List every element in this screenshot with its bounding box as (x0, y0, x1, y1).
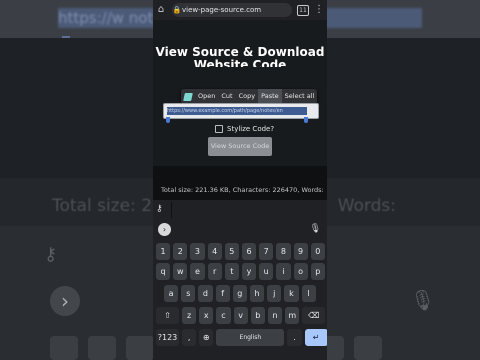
space-key[interactable]: English (216, 329, 285, 346)
key-row-asdf: a s d f g h j k l (164, 285, 316, 302)
key-u[interactable]: u (259, 263, 274, 280)
phone-screen: ⌂ 🔒 view-page-source.com 11 ⋮ View Sourc… (153, 0, 327, 360)
globe-icon[interactable]: ⊕ (199, 329, 214, 346)
key-5[interactable]: 5 (224, 243, 239, 260)
key-w[interactable]: w (173, 263, 188, 280)
address-bar-url: view-page-source.com (182, 6, 262, 14)
lock-icon[interactable]: 🔒 (172, 6, 182, 14)
keyboard-toolbar: › 🎙 (153, 220, 327, 240)
expand-icon[interactable]: › (158, 223, 171, 236)
key-p[interactable]: p (310, 263, 325, 280)
key-r[interactable]: r (207, 263, 222, 280)
period-key[interactable]: . (287, 329, 302, 346)
backspace-key[interactable]: ⌫ (302, 307, 326, 324)
menu-paste[interactable]: Paste (258, 89, 282, 104)
suggestion-divider (171, 202, 172, 218)
key-c[interactable]: c (216, 307, 231, 324)
key-h[interactable]: h (249, 285, 265, 302)
key-row-numbers: 1 2 3 4 5 6 7 8 9 0 (156, 243, 325, 260)
key-y[interactable]: y (241, 263, 257, 280)
key-9[interactable]: 9 (293, 243, 308, 260)
backdrop-words-text: Words: (337, 196, 396, 216)
key-z[interactable]: z (182, 307, 197, 324)
page-title: View Source & Download Website Code (153, 45, 327, 68)
key-1[interactable]: 1 (156, 243, 171, 260)
page-title-line1: View Source & Download (155, 45, 325, 59)
key-row-zxcv: ⇧ z x c v b n m ⌫ (156, 307, 326, 324)
key-row-qwerty: q w e r t y u i o p (156, 263, 325, 280)
key-0[interactable]: 0 (310, 243, 325, 260)
key-7[interactable]: 7 (259, 243, 274, 260)
stylize-label: Stylize Code? (227, 125, 275, 133)
key-q[interactable]: q (156, 263, 171, 280)
stylize-option[interactable]: Stylize Code? (215, 125, 274, 133)
lens-icon[interactable] (181, 89, 195, 104)
key-d[interactable]: d (198, 285, 213, 302)
key-b[interactable]: b (250, 307, 265, 324)
view-source-button[interactable]: View Source Code (208, 137, 272, 156)
comma-key[interactable]: , (182, 329, 197, 346)
key-t[interactable]: t (224, 263, 239, 280)
url-input[interactable]: https://www.example.com/path/page/notes/… (163, 103, 319, 123)
page-title-line2: Website Code (193, 59, 287, 67)
key-s[interactable]: s (181, 285, 196, 302)
key-i[interactable]: i (276, 263, 291, 280)
key-k[interactable]: k (284, 285, 299, 302)
browser-toolbar: ⌂ 🔒 view-page-source.com 11 ⋮ (153, 0, 327, 20)
home-icon[interactable]: ⌂ (153, 0, 169, 20)
selection-end-handle[interactable] (304, 117, 308, 123)
shift-key[interactable]: ⇧ (156, 307, 179, 324)
key-3[interactable]: 3 (190, 243, 205, 260)
backdrop-mic-icon: 🎙 (410, 288, 436, 312)
key-icon[interactable]: ⚷ (156, 204, 163, 214)
tab-switcher-button[interactable]: 11 (297, 4, 309, 16)
key-6[interactable]: 6 (241, 243, 257, 260)
key-a[interactable]: a (164, 285, 179, 302)
key-g[interactable]: g (232, 285, 247, 302)
key-2[interactable]: 2 (173, 243, 188, 260)
symbols-key[interactable]: ?123 (156, 329, 179, 346)
keyboard: ⚷ › 🎙 1 2 3 4 5 6 7 8 9 0 q w e r t y u … (153, 200, 327, 360)
key-8[interactable]: 8 (276, 243, 291, 260)
enter-key[interactable]: ↵ (304, 329, 327, 346)
key-m[interactable]: m (285, 307, 300, 324)
url-input-selection: https://www.example.com/path/page/notes/… (167, 107, 307, 115)
key-row-bottom: ?123 , ⊕ English . ↵ (156, 329, 327, 346)
mic-icon[interactable]: 🎙 (310, 224, 321, 234)
menu-cut[interactable]: Cut (218, 89, 235, 104)
backdrop-expand-icon: › (50, 286, 80, 316)
menu-copy[interactable]: Copy (236, 89, 259, 104)
suggestion-strip: ⚷ (153, 200, 327, 220)
backdrop-key-icon: ⚷ (44, 244, 58, 265)
key-o[interactable]: o (293, 263, 308, 280)
backdrop-total-text: Total size: 22 (52, 196, 163, 216)
key-j[interactable]: j (267, 285, 282, 302)
key-f[interactable]: f (215, 285, 230, 302)
text-context-menu: Open Cut Copy Paste Select all (181, 89, 318, 104)
selection-start-handle[interactable] (166, 117, 170, 123)
key-x[interactable]: x (199, 307, 214, 324)
key-e[interactable]: e (190, 263, 205, 280)
stats-text: Total size: 221.36 KB, Characters: 22647… (161, 186, 324, 194)
menu-open[interactable]: Open (195, 89, 218, 104)
stylize-checkbox[interactable] (215, 125, 223, 133)
stats-area: Total size: 221.36 KB, Characters: 22647… (153, 166, 327, 200)
menu-icon[interactable]: ⋮ (311, 0, 327, 20)
key-4[interactable]: 4 (207, 243, 222, 260)
key-l[interactable]: l (301, 285, 316, 302)
address-bar[interactable]: 🔒 view-page-source.com (172, 3, 292, 17)
key-n[interactable]: n (267, 307, 283, 324)
menu-select-all[interactable]: Select all (282, 89, 318, 104)
key-v[interactable]: v (233, 307, 248, 324)
